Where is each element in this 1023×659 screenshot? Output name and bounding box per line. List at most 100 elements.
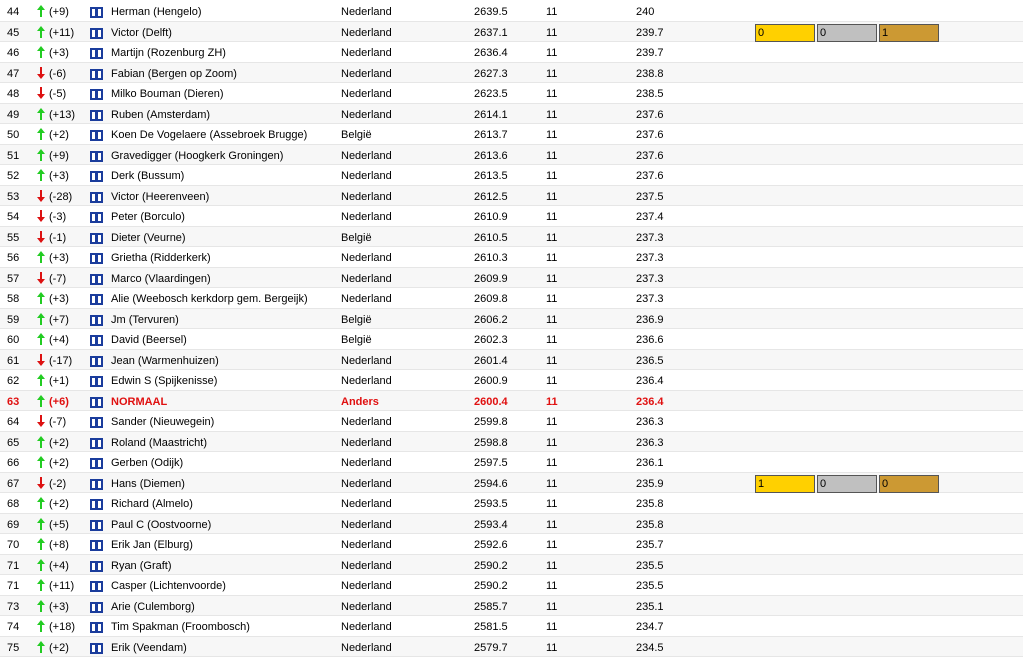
flag-icon bbox=[90, 68, 103, 80]
table-row: 68 (+2) Richard (Almelo) Nederland 2593.5 11 2… bbox=[0, 493, 1023, 514]
rank-cell: 44 bbox=[7, 6, 20, 18]
player-score: 2590.2 bbox=[474, 559, 508, 572]
flag-icon bbox=[90, 253, 103, 264]
ranking-table: 44 (+9) Herman (Hengelo) Nederland 2639.5 11 2… bbox=[0, 0, 1023, 657]
player-average: 234.5 bbox=[636, 641, 664, 654]
player-name[interactable]: Derk (Bussum) bbox=[111, 165, 184, 185]
rank-cell: 52 bbox=[7, 170, 20, 182]
player-name[interactable]: Milko Bouman (Dieren) bbox=[111, 83, 223, 103]
rank-cell: 66 bbox=[7, 457, 20, 469]
player-rounds: 11 bbox=[546, 252, 558, 264]
player-average: 235.7 bbox=[636, 539, 664, 551]
arrow-up-icon bbox=[37, 309, 47, 329]
player-name[interactable]: Jean (Warmenhuizen) bbox=[111, 350, 219, 370]
player-average: 237.3 bbox=[636, 272, 664, 285]
player-average: 240 bbox=[636, 6, 655, 18]
player-name[interactable]: Gerben (Odijk) bbox=[111, 452, 183, 472]
arrow-up-icon bbox=[37, 247, 47, 267]
player-name[interactable]: Richard (Almelo) bbox=[111, 493, 193, 513]
player-name[interactable]: Roland (Maastricht) bbox=[111, 432, 207, 452]
player-average: 237.3 bbox=[636, 293, 664, 305]
arrow-down-icon bbox=[37, 63, 47, 83]
table-row: 60 (+4) David (Beersel) België 2602.3 11 236.6 bbox=[0, 329, 1023, 350]
player-name[interactable]: Ruben (Amsterdam) bbox=[111, 104, 210, 124]
player-rounds: 11 bbox=[546, 47, 558, 59]
table-row: 67 (-2) Hans (Diemen) Nederland 2594.6 11 235.… bbox=[0, 472, 1023, 493]
bronze-medal-count: 0 bbox=[879, 474, 939, 493]
player-name[interactable]: Martijn (Rozenburg ZH) bbox=[111, 42, 226, 62]
bronze-medal-count: 1 bbox=[879, 23, 939, 42]
player-name[interactable]: Edwin S (Spijkenisse) bbox=[111, 370, 217, 390]
arrow-down-icon bbox=[37, 227, 47, 247]
player-average: 237.3 bbox=[636, 231, 664, 244]
player-name[interactable]: Gravedigger (Hoogkerk Groningen) bbox=[111, 145, 283, 165]
player-rounds: 11 bbox=[546, 600, 558, 613]
player-name[interactable]: David (Beersel) bbox=[111, 329, 187, 349]
rank-cell: 50 bbox=[7, 129, 20, 141]
player-name[interactable]: Erik Jan (Elburg) bbox=[111, 534, 193, 554]
player-name[interactable]: Paul C (Oostvoorne) bbox=[111, 514, 211, 534]
arrow-up-icon bbox=[37, 145, 47, 165]
table-row: 53 (-28) Victor (Heerenveen) Nederland 2612.… bbox=[0, 185, 1023, 206]
silver-medal-count: 0 bbox=[817, 474, 877, 493]
player-name[interactable]: Marco (Vlaardingen) bbox=[111, 268, 211, 288]
arrow-up-icon bbox=[37, 1, 47, 21]
player-name[interactable]: Victor (Delft) bbox=[111, 22, 172, 42]
player-rounds: 11 bbox=[546, 395, 558, 408]
player-name[interactable]: Fabian (Bergen op Zoom) bbox=[111, 63, 237, 83]
flag-icon bbox=[90, 601, 103, 613]
table-row: 61 (-17) Jean (Warmenhuizen) Nederland 2601.… bbox=[0, 349, 1023, 370]
player-name[interactable]: Jm (Tervuren) bbox=[111, 309, 179, 329]
player-average: 236.3 bbox=[636, 436, 664, 449]
rank-cell: 53 bbox=[7, 190, 20, 203]
player-rounds: 11 bbox=[546, 88, 558, 100]
player-score: 2610.5 bbox=[474, 231, 508, 244]
player-average: 236.6 bbox=[636, 334, 664, 346]
player-average: 236.5 bbox=[636, 354, 664, 367]
rank-change: (+9) bbox=[49, 149, 69, 162]
table-row: 66 (+2) Gerben (Odijk) Nederland 2597.5 11 236… bbox=[0, 452, 1023, 473]
player-score: 2613.7 bbox=[474, 129, 508, 141]
rank-change: (-7) bbox=[49, 416, 67, 428]
player-name[interactable]: Koen De Vogelaere (Assebroek Brugge) bbox=[111, 124, 307, 144]
player-name[interactable]: Arie (Culemborg) bbox=[111, 596, 195, 616]
player-name[interactable]: Peter (Borculo) bbox=[111, 206, 185, 226]
player-name[interactable]: Grietha (Ridderkerk) bbox=[111, 247, 211, 267]
player-average: 237.6 bbox=[636, 129, 664, 141]
table-row: 55 (-1) Dieter (Veurne) België 2610.5 11 237.3 bbox=[0, 226, 1023, 247]
player-name[interactable]: Casper (Lichtenvoorde) bbox=[111, 575, 226, 595]
rank-cell: 64 bbox=[7, 416, 20, 428]
rank-change: (+9) bbox=[49, 6, 69, 18]
player-rounds: 11 bbox=[546, 559, 558, 572]
player-score: 2613.5 bbox=[474, 170, 508, 182]
rank-cell: 63 bbox=[7, 395, 20, 408]
player-name[interactable]: Erik (Veendam) bbox=[111, 637, 187, 657]
player-name[interactable]: Tim Spakman (Froombosch) bbox=[111, 616, 250, 636]
player-name[interactable]: Herman (Hengelo) bbox=[111, 1, 201, 21]
player-name[interactable]: Sander (Nieuwegein) bbox=[111, 411, 214, 431]
player-country: Nederland bbox=[341, 600, 392, 613]
player-country: Nederland bbox=[341, 47, 392, 59]
player-country: Nederland bbox=[341, 559, 392, 572]
player-name[interactable]: Alie (Weebosch kerkdorp gem. Bergeijk) bbox=[111, 288, 308, 308]
player-name[interactable]: Victor (Heerenveen) bbox=[111, 186, 209, 206]
rank-cell: 46 bbox=[7, 47, 20, 59]
player-country: Nederland bbox=[341, 149, 392, 162]
player-rounds: 11 bbox=[546, 108, 558, 121]
player-score: 2609.8 bbox=[474, 293, 508, 305]
rank-change: (-1) bbox=[49, 231, 67, 244]
player-country: Nederland bbox=[341, 539, 392, 551]
rank-cell: 45 bbox=[7, 26, 20, 39]
player-name[interactable]: Ryan (Graft) bbox=[111, 555, 172, 575]
player-rounds: 11 bbox=[546, 190, 558, 203]
player-average: 236.3 bbox=[636, 416, 664, 428]
player-name[interactable]: Dieter (Veurne) bbox=[111, 227, 186, 247]
player-rounds: 11 bbox=[546, 498, 558, 510]
rank-cell: 61 bbox=[7, 354, 20, 367]
rank-change: (-6) bbox=[49, 67, 67, 80]
player-name[interactable]: Hans (Diemen) bbox=[111, 473, 185, 493]
rank-cell: 55 bbox=[7, 231, 20, 244]
player-name[interactable]: NORMAAL bbox=[111, 391, 167, 411]
rank-change: (+4) bbox=[49, 334, 69, 346]
rank-change: (+3) bbox=[49, 600, 69, 613]
